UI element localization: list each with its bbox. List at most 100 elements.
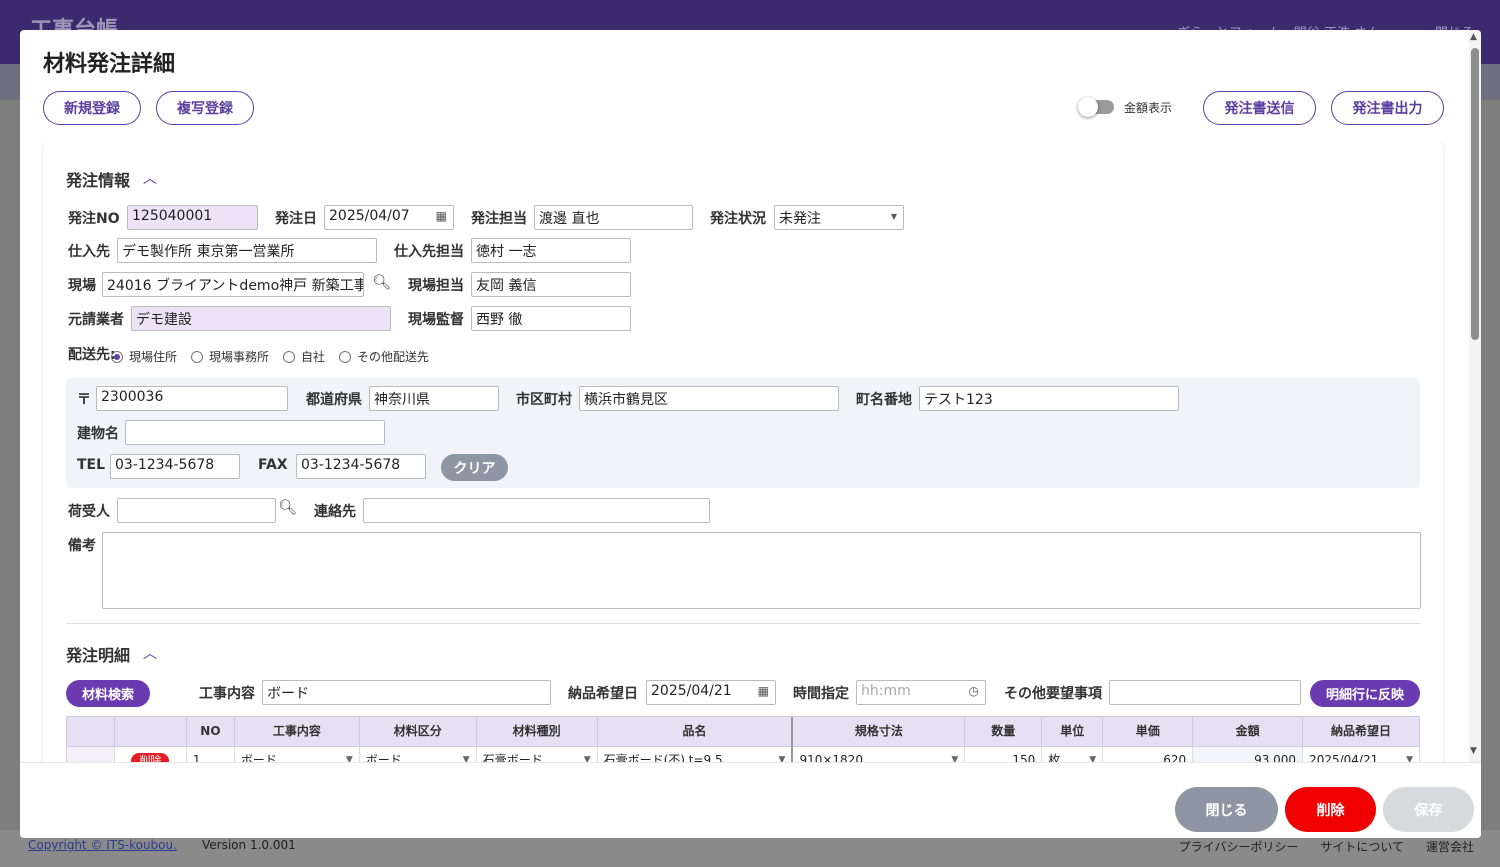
- city-field[interactable]: 横浜市鶴見区: [579, 386, 839, 411]
- modal-title: 材料発注詳細: [43, 52, 176, 77]
- calendar-icon[interactable]: ▦: [758, 684, 769, 698]
- row-price[interactable]: 620: [1103, 747, 1194, 762]
- detail-collapse-chevron-icon[interactable]: ︿: [143, 643, 157, 663]
- row-amount: 93,000: [1193, 747, 1304, 762]
- scroll-down-icon[interactable]: ▼: [1470, 746, 1477, 756]
- order-detail-title: 発注明細: [66, 646, 131, 665]
- street-label: 町名番地: [856, 392, 912, 408]
- save-button[interactable]: 保存: [1383, 787, 1474, 832]
- scrollbar-thumb[interactable]: [1471, 48, 1479, 340]
- radio-site-office[interactable]: [191, 350, 204, 363]
- work-content-field[interactable]: ボード: [262, 680, 551, 705]
- radio-own-company-label: 自社: [301, 350, 326, 364]
- send-order-button[interactable]: 発注書送信: [1203, 91, 1316, 125]
- delivery-date-label: 納品希望日: [568, 686, 638, 702]
- order-date-label: 発注日: [275, 211, 317, 227]
- time-field[interactable]: hh:mm ◷: [856, 680, 986, 705]
- site-supervisor-field[interactable]: 西野 徹: [471, 306, 631, 331]
- row-work-value: ボード: [240, 753, 277, 762]
- privacy-link[interactable]: プライバシーポリシー: [1179, 838, 1299, 855]
- site-staff-label: 現場担当: [408, 278, 464, 294]
- dropdown-arrow-icon: ▼: [778, 755, 786, 762]
- prefecture-label: 都道府県: [306, 392, 362, 408]
- radio-other-destination[interactable]: [339, 350, 352, 363]
- row-work-select[interactable]: ボード ▼: [235, 747, 360, 762]
- table-row: 削除 1 ボード ▼ ボード ▼ 石膏ボード ▼ 石膏ボード(不) t=9.5 ▼ 91…: [66, 747, 1420, 762]
- fax-field[interactable]: 03-1234-5678: [296, 454, 426, 479]
- copy-register-button[interactable]: 複写登録: [156, 91, 254, 125]
- company-link[interactable]: 運営会社: [1426, 838, 1474, 855]
- receiver-search-icon[interactable]: 🔍︎: [278, 498, 297, 516]
- fax-label: FAX: [258, 457, 288, 473]
- order-status-select[interactable]: 未発注 ▼: [774, 205, 904, 230]
- row-date-select[interactable]: 2025/04/21 ▼: [1303, 747, 1419, 762]
- building-label: 建物名: [77, 426, 119, 442]
- row-size-select[interactable]: 910×1820 ▼: [793, 747, 966, 762]
- col-handle: [67, 717, 115, 748]
- delete-row-badge[interactable]: 削除: [131, 753, 170, 762]
- prefecture-field[interactable]: 神奈川県: [369, 386, 499, 411]
- site-search-icon[interactable]: 🔍︎: [372, 273, 391, 291]
- contact-field[interactable]: [363, 498, 710, 523]
- row-name-select[interactable]: 石膏ボード(不) t=9.5 ▼: [598, 747, 794, 762]
- scroll-up-icon[interactable]: ▲: [1470, 32, 1477, 42]
- other-request-label: その他要望事項: [1004, 686, 1102, 702]
- version-text: Version 1.0.001: [202, 838, 296, 852]
- row-unit-select[interactable]: 枚 ▼: [1042, 747, 1104, 762]
- delivery-date-value: 2025/04/21: [651, 683, 732, 699]
- col-amount: 金額: [1193, 717, 1304, 748]
- modal-scroll-area[interactable]: 発注情報 ︿ 発注NO 125040001 発注日 2025/04/07 ▦ 発注…: [20, 142, 1468, 762]
- tel-field[interactable]: 03-1234-5678: [110, 454, 240, 479]
- receiver-field[interactable]: [117, 498, 276, 523]
- zip-field[interactable]: 2300036: [96, 386, 288, 411]
- order-date-field[interactable]: 2025/04/07 ▦: [324, 205, 454, 230]
- clock-icon[interactable]: ◷: [969, 684, 979, 698]
- delete-button[interactable]: 削除: [1285, 787, 1376, 832]
- delivery-radio-group: 現場住所 現場事務所 自社 その他配送先: [111, 348, 429, 365]
- col-work: 工事内容: [235, 717, 360, 748]
- row-handle[interactable]: [67, 747, 115, 762]
- radio-own-company[interactable]: [283, 350, 296, 363]
- contractor-label: 元請業者: [68, 312, 124, 328]
- about-link[interactable]: サイトについて: [1320, 838, 1404, 855]
- clear-address-button[interactable]: クリア: [441, 454, 508, 481]
- row-action-cell: 削除: [115, 747, 187, 762]
- site-staff-field[interactable]: 友岡 義信: [471, 272, 631, 297]
- remarks-textarea[interactable]: [102, 532, 1421, 609]
- site-label: 現場: [68, 278, 96, 294]
- other-request-field[interactable]: [1109, 680, 1301, 705]
- amount-display-toggle[interactable]: [1078, 97, 1114, 117]
- col-no: NO: [187, 717, 235, 748]
- row-no: 1: [187, 747, 235, 762]
- row-type-select[interactable]: 石膏ボード ▼: [477, 747, 598, 762]
- row-category-select[interactable]: ボード ▼: [360, 747, 477, 762]
- col-price: 単価: [1103, 717, 1194, 748]
- export-order-button[interactable]: 発注書出力: [1331, 91, 1444, 125]
- close-button[interactable]: 閉じる: [1175, 787, 1278, 832]
- new-register-button[interactable]: 新規登録: [43, 91, 141, 125]
- order-no-label: 発注NO: [68, 211, 120, 227]
- time-placeholder: hh:mm: [861, 683, 911, 699]
- supplier-field[interactable]: デモ製作所 東京第一営業所: [117, 238, 377, 263]
- order-staff-field[interactable]: 渡邊 直也: [534, 205, 693, 230]
- row-qty[interactable]: 150: [965, 747, 1043, 762]
- street-field[interactable]: テスト123: [919, 386, 1179, 411]
- material-search-button[interactable]: 材料検索: [66, 680, 150, 707]
- row-name-value: 石膏ボード(不) t=9.5: [603, 753, 723, 762]
- radio-site-address[interactable]: [111, 350, 123, 363]
- apply-to-rows-button[interactable]: 明細行に反映: [1310, 680, 1420, 707]
- col-action: [115, 717, 187, 748]
- supplier-staff-field[interactable]: 徳村 一志: [471, 238, 631, 263]
- site-field[interactable]: 24016 ブライアントdemo神戸 新築工事: [102, 272, 364, 297]
- section-divider: [66, 623, 1420, 624]
- work-content-label: 工事内容: [199, 686, 255, 702]
- delivery-date-field[interactable]: 2025/04/21 ▦: [646, 680, 776, 705]
- vertical-scrollbar[interactable]: ▲ ▼: [1469, 30, 1481, 762]
- calendar-icon[interactable]: ▦: [436, 209, 447, 223]
- order-card: 発注情報 ︿ 発注NO 125040001 発注日 2025/04/07 ▦ 発注…: [43, 142, 1443, 762]
- collapse-chevron-icon[interactable]: ︿: [143, 168, 157, 188]
- copyright-link[interactable]: Copyright © ITS-koubou.: [28, 838, 177, 852]
- building-field[interactable]: [125, 420, 385, 445]
- order-status-label: 発注状況: [710, 211, 766, 227]
- order-date-value: 2025/04/07: [329, 208, 410, 224]
